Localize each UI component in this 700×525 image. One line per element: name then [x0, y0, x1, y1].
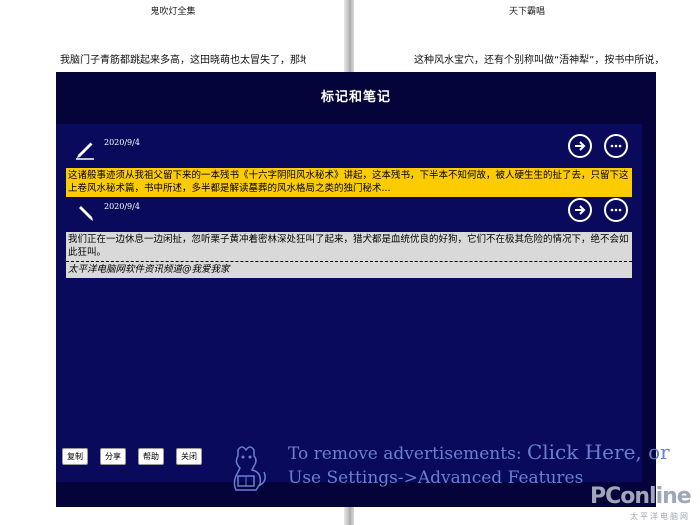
- notes-list[interactable]: 2020/9/4 这诸般事迹须从我祖父留下来的一本残书《十六字阴阳风水秘术》讲起…: [56, 124, 642, 482]
- more-dots-icon: [610, 208, 622, 212]
- notes-modal: 标记和笔记 2020/9/4 这诸般事迹须从我祖父留下来的一本残书《十六字阴阳风…: [56, 72, 670, 507]
- arrow-right-icon: [575, 141, 586, 151]
- ad-line-1-a: To remove advertisements:: [288, 444, 527, 464]
- note-item[interactable]: 2020/9/4 我们正在一边休息一边闲扯，忽听栗子黄冲着密林深处狂叫了起来，猎…: [66, 196, 632, 278]
- note-more-button[interactable]: [604, 134, 628, 158]
- go-to-note-button[interactable]: [568, 134, 592, 158]
- help-button[interactable]: 帮助: [138, 448, 164, 465]
- action-buttons: 复制 分享 帮助 关闭: [62, 448, 202, 465]
- right-page-text: 这种风水宝穴，还有个别称叫做“浯神犁”，按书中所说，最适: [414, 55, 660, 66]
- left-page-text: 我脑门子青筋都跳起来多高，这田晓萌也太冒失了，那地方全: [60, 55, 306, 66]
- watermark-logo: PConline: [590, 484, 692, 509]
- watermark-subtitle: 太平洋电脑网: [630, 512, 690, 521]
- note-more-button[interactable]: [604, 198, 628, 222]
- note-date: 2020/9/4: [104, 138, 140, 147]
- note-comment-text: 太平洋电脑网软件资讯频道@我爱我家: [66, 261, 632, 278]
- note-highlight-text: 我们正在一边休息一边闲扯，忽听栗子黄冲着密林深处狂叫了起来，猎犬都是血统优良的好…: [66, 232, 632, 261]
- close-button[interactable]: 关闭: [176, 448, 202, 465]
- note-date: 2020/9/4: [104, 202, 140, 211]
- dragon-mascot-icon[interactable]: [224, 442, 270, 496]
- go-to-note-button[interactable]: [568, 198, 592, 222]
- ad-line-1: To remove advertisements: Click Here, or: [288, 440, 670, 466]
- modal-title: 标记和笔记: [320, 90, 391, 105]
- pconline-watermark: PConline 太平洋电脑网: [590, 484, 700, 525]
- share-button[interactable]: 分享: [100, 448, 126, 465]
- left-page-header: 鬼吹灯全集: [150, 7, 196, 17]
- note-highlight-text: 这诸般事迹须从我祖父留下来的一本残书《十六字阴阳风水秘术》讲起，这本残书，下半本…: [66, 168, 632, 197]
- right-page-header: 天下霸唱: [508, 7, 545, 17]
- more-dots-icon: [610, 144, 622, 148]
- pencil-icon: [79, 206, 93, 221]
- note-header: 2020/9/4: [66, 132, 632, 168]
- ad-banner[interactable]: To remove advertisements: Click Here, or…: [288, 440, 670, 490]
- note-header: 2020/9/4: [66, 196, 632, 232]
- note-item[interactable]: 2020/9/4 这诸般事迹须从我祖父留下来的一本残书《十六字阴阳风水秘术》讲起…: [66, 132, 632, 197]
- copy-button[interactable]: 复制: [62, 448, 88, 465]
- arrow-right-icon: [575, 205, 586, 215]
- ad-click-here-link[interactable]: Click Here, or: [527, 440, 670, 464]
- pencil-icon: [76, 142, 94, 160]
